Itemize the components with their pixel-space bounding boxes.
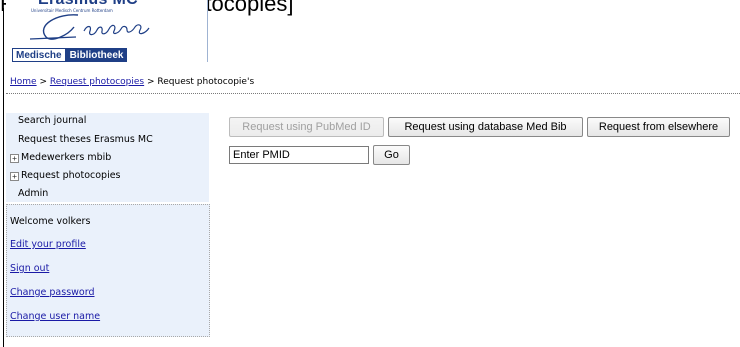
- logo-library-label: Medische Bibliotheek: [12, 48, 128, 62]
- change-password-link[interactable]: Change password: [10, 287, 95, 298]
- pmid-input[interactable]: [229, 146, 369, 164]
- expand-plus-icon[interactable]: +: [10, 172, 19, 181]
- header-divider: [6, 93, 740, 94]
- sidebar-item-label: Medewerkers mbib: [21, 152, 112, 163]
- sidebar-item-label: Request photocopies: [21, 170, 121, 181]
- expand-plus-icon[interactable]: +: [10, 154, 19, 163]
- sidebar-item-request-theses[interactable]: Request theses Erasmus MC: [18, 133, 153, 147]
- sidebar-item-admin[interactable]: Admin: [18, 187, 48, 201]
- request-elsewhere-button[interactable]: Request from elsewhere: [587, 117, 730, 137]
- breadcrumb-separator: >: [36, 77, 50, 87]
- breadcrumb-separator: >: [144, 77, 158, 87]
- logo-library-part1: Medische: [12, 48, 66, 62]
- breadcrumb: Home > Request photocopies > Request pho…: [10, 77, 254, 87]
- logo-library-part2: Bibliotheek: [65, 48, 128, 62]
- edit-profile-link[interactable]: Edit your profile: [10, 239, 86, 250]
- breadcrumb-home-link[interactable]: Home: [10, 77, 37, 87]
- go-button[interactable]: Go: [373, 145, 410, 165]
- sidebar-nav: Search journal Request theses Erasmus MC…: [6, 113, 209, 202]
- sidebar-item-label: Search journal: [18, 115, 87, 126]
- welcome-text: Welcome volkers: [10, 216, 91, 227]
- sidebar-item-label: Request theses Erasmus MC: [18, 134, 153, 145]
- request-pubmed-button[interactable]: Request using PubMed ID: [229, 117, 384, 137]
- request-database-button[interactable]: Request using database Med Bib: [388, 117, 583, 137]
- erasmus-logo: Erasmus MC Universitair Medisch Centrum …: [6, 0, 208, 62]
- change-user-name-link[interactable]: Change user name: [10, 311, 100, 322]
- sign-out-link[interactable]: Sign out: [10, 263, 49, 274]
- sidebar-item-request-photocopies[interactable]: + Request photocopies: [6, 169, 121, 183]
- sidebar-user-panel: Welcome volkers Edit your profile Sign o…: [6, 204, 210, 337]
- sidebar-item-medewerkers-mbib[interactable]: + Medewerkers mbib: [6, 151, 111, 165]
- breadcrumb-current: Request photocopie's: [157, 77, 255, 87]
- sidebar-item-search-journal[interactable]: Search journal: [18, 114, 86, 128]
- logo-title: Erasmus MC: [38, 0, 138, 8]
- sidebar-item-label: Admin: [18, 188, 49, 199]
- breadcrumb-request-photocopies-link[interactable]: Request photocopies: [50, 77, 144, 87]
- signature-icon: [29, 14, 150, 40]
